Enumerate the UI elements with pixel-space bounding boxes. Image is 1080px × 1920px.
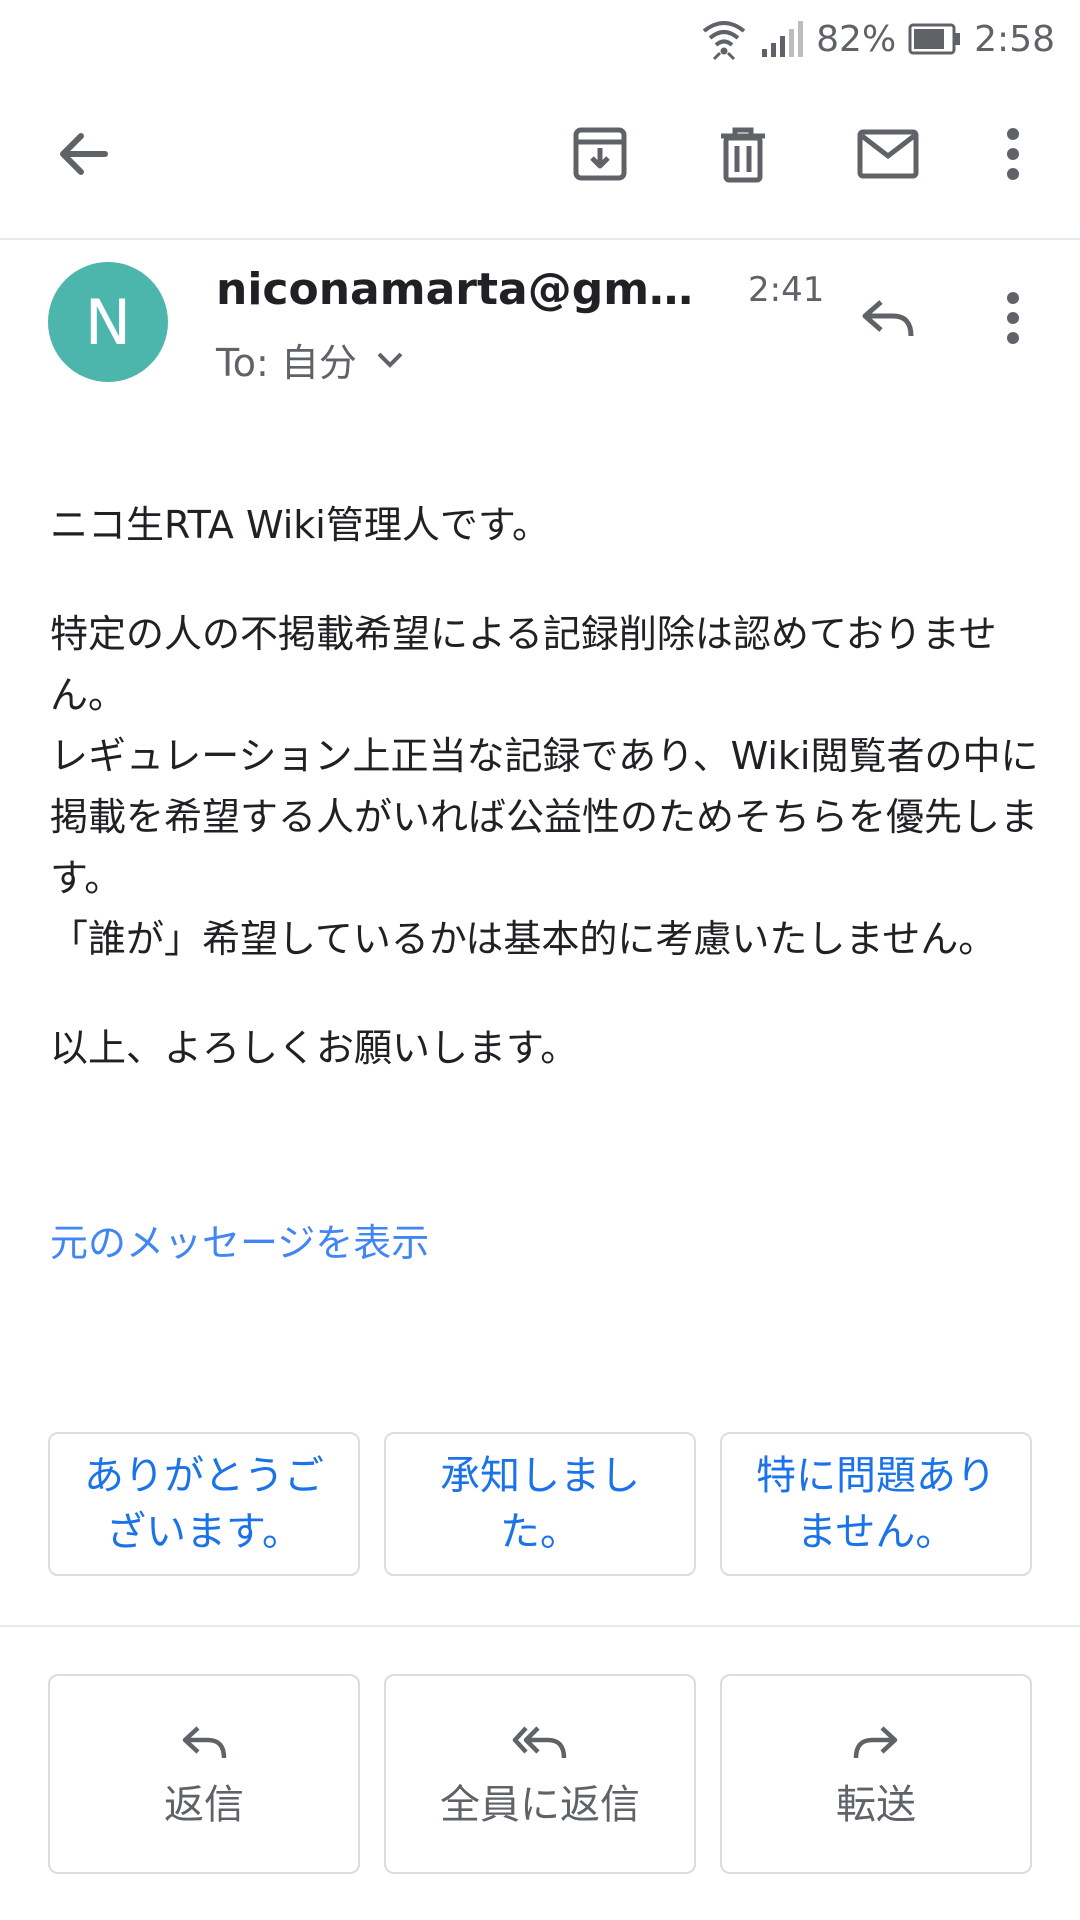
message-header: N niconamarta@gmail.com 2:41 To: 自分	[0, 240, 1080, 410]
forward-label: 転送	[836, 1782, 916, 1828]
archive-button[interactable]	[555, 116, 645, 196]
smart-reply-chip[interactable]: 特に問題ありません。	[720, 1432, 1032, 1576]
reply-action-button[interactable]: 返信	[48, 1674, 360, 1874]
more-vert-icon	[1005, 290, 1021, 350]
message-time: 2:41	[748, 270, 825, 310]
reply-all-label: 全員に返信	[440, 1782, 640, 1828]
recipient-label: To: 自分	[216, 341, 357, 385]
archive-icon	[570, 124, 630, 188]
message-body: ニコ生RTA Wiki管理人です。 特定の人の不掲載希望による記録削除は認めてお…	[50, 495, 1040, 1127]
reply-all-button[interactable]: 全員に返信	[384, 1674, 696, 1874]
reply-actions: 返信 全員に返信 転送	[48, 1674, 1032, 1874]
mark-unread-button[interactable]	[843, 116, 933, 196]
message-more-button[interactable]	[973, 280, 1053, 360]
recipient-toggle[interactable]: To: 自分	[216, 332, 405, 387]
avatar[interactable]: N	[48, 262, 168, 382]
forward-button[interactable]: 転送	[720, 1674, 1032, 1874]
trash-icon	[715, 124, 771, 188]
body-paragraph: 以上、よろしくお願いします。	[50, 1026, 579, 1070]
sender-name[interactable]: niconamarta@gmail.com	[216, 264, 716, 315]
mail-icon	[856, 128, 920, 184]
chevron-down-icon	[375, 350, 405, 370]
battery-icon	[908, 23, 962, 55]
toolbar	[0, 78, 1080, 240]
smart-reply-chip[interactable]: 承知しました。	[384, 1432, 696, 1576]
more-options-button[interactable]	[968, 116, 1058, 196]
clock: 2:58	[974, 18, 1055, 60]
forward-icon	[852, 1718, 900, 1766]
divider	[0, 1625, 1080, 1627]
reply-all-icon	[512, 1718, 568, 1766]
delete-button[interactable]	[698, 116, 788, 196]
battery-percent: 82%	[816, 18, 897, 60]
reply-icon	[859, 296, 917, 344]
reply-label: 返信	[164, 1782, 244, 1828]
smart-replies: ありがとうございます。 承知しました。 特に問題ありません。	[48, 1432, 1032, 1576]
arrow-left-icon	[55, 126, 111, 186]
show-original-link[interactable]: 元のメッセージを表示	[50, 1212, 429, 1267]
body-paragraph: 特定の人の不掲載希望による記録削除は認めておりません。 レギュレーション上正当な…	[50, 612, 1039, 961]
status-bar: 82% 2:58	[0, 0, 1080, 78]
smart-reply-chip[interactable]: ありがとうございます。	[48, 1432, 360, 1576]
more-vert-icon	[1005, 126, 1021, 186]
reply-icon	[180, 1718, 228, 1766]
reply-button[interactable]	[848, 280, 928, 360]
body-paragraph: ニコ生RTA Wiki管理人です。	[50, 503, 551, 547]
back-button[interactable]	[38, 116, 128, 196]
wifi-icon	[700, 17, 748, 61]
signal-icon	[760, 19, 804, 59]
